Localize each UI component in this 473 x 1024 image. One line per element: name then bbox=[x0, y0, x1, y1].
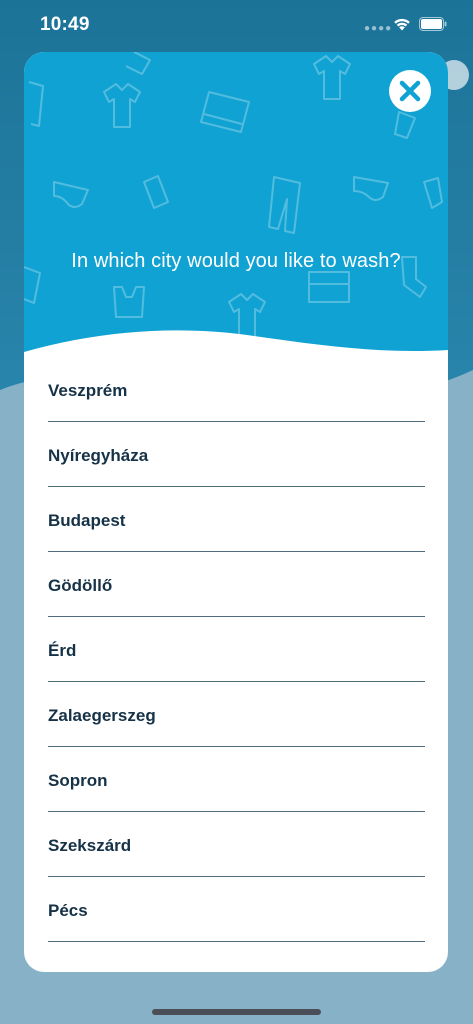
underwear-icon bbox=[353, 176, 389, 201]
city-item-godollo[interactable]: Gödöllő bbox=[48, 552, 425, 617]
city-label: Szekszárd bbox=[48, 836, 132, 855]
city-label: Veszprém bbox=[48, 381, 128, 400]
city-item-sopron[interactable]: Sopron bbox=[48, 747, 425, 812]
city-item-budapest[interactable]: Budapest bbox=[48, 487, 425, 552]
close-button[interactable] bbox=[389, 70, 431, 112]
battery-icon bbox=[419, 17, 447, 31]
city-item-szekszard[interactable]: Szekszárd bbox=[48, 812, 425, 877]
wifi-icon bbox=[394, 18, 410, 31]
trousers-icon bbox=[28, 81, 44, 127]
city-label: Érd bbox=[48, 641, 77, 660]
city-label: Budapest bbox=[48, 511, 126, 530]
tank-top-icon bbox=[143, 175, 169, 209]
city-item-erd[interactable]: Érd bbox=[48, 617, 425, 682]
city-label: Gödöllő bbox=[48, 576, 113, 595]
city-item-zalaegerszeg[interactable]: Zalaegerszeg bbox=[48, 682, 425, 747]
city-label: Pécs bbox=[48, 901, 88, 920]
shirt-icon bbox=[103, 83, 141, 128]
trousers-icon bbox=[394, 111, 416, 139]
shirt-icon bbox=[125, 52, 151, 75]
underwear-icon bbox=[53, 181, 89, 208]
city-picker-modal: In which city would you like to wash? Ve… bbox=[24, 52, 448, 972]
towel-icon bbox=[308, 271, 350, 303]
city-item-nyiregyhaza[interactable]: Nyíregyháza bbox=[48, 422, 425, 487]
close-icon bbox=[399, 80, 421, 102]
city-item-veszprem[interactable]: Veszprém bbox=[48, 357, 425, 422]
status-bar: 10:49 ●●●● bbox=[0, 0, 473, 50]
city-list: Veszprém Nyíregyháza Budapest Gödöllő Ér… bbox=[48, 357, 425, 942]
city-item-pecs[interactable]: Pécs bbox=[48, 877, 425, 942]
home-indicator[interactable] bbox=[152, 1009, 321, 1015]
city-label: Sopron bbox=[48, 771, 108, 790]
laundry-pattern bbox=[24, 52, 443, 338]
city-label: Zalaegerszeg bbox=[48, 706, 156, 725]
shirt-icon bbox=[313, 55, 351, 100]
city-label: Nyíregyháza bbox=[48, 446, 149, 465]
trousers-icon bbox=[268, 176, 301, 234]
status-time: 10:49 bbox=[40, 14, 90, 35]
tank-top-icon bbox=[113, 286, 145, 318]
towel-icon bbox=[200, 91, 250, 133]
modal-header: In which city would you like to wash? bbox=[24, 52, 448, 364]
signal-dots-icon: ●●●● bbox=[364, 23, 393, 34]
sock-icon bbox=[423, 177, 443, 209]
modal-title: In which city would you like to wash? bbox=[71, 250, 401, 272]
